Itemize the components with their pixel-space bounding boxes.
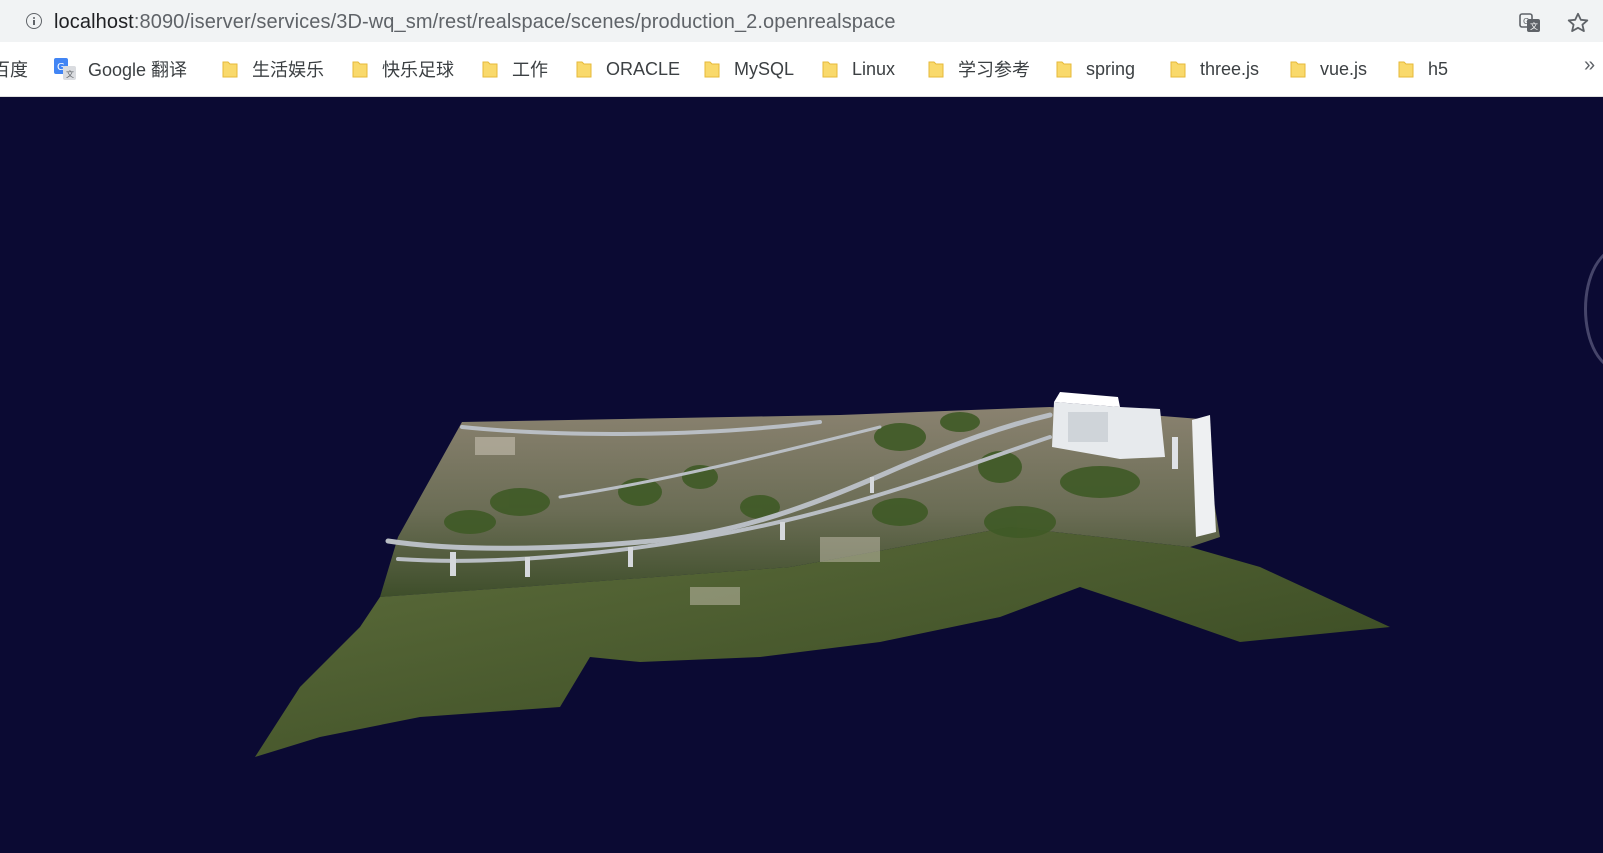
bookmark-folder-vuejs[interactable]: vue.js xyxy=(1290,56,1367,82)
bookmark-label: three.js xyxy=(1200,58,1260,79)
bookmarks-overflow-icon[interactable]: » xyxy=(1584,54,1595,77)
bookmark-folder-spring[interactable]: spring xyxy=(1056,56,1135,82)
bookmark-folder-linux[interactable]: Linux xyxy=(822,56,895,82)
bookmark-label: vue.js xyxy=(1320,58,1368,79)
bookmark-label: h5 xyxy=(1428,58,1449,79)
bookmark-label: ORACLE xyxy=(606,58,681,79)
bookmark-folder-life[interactable]: 生活娱乐 xyxy=(222,56,324,82)
terrain-model xyxy=(255,392,1390,757)
bookmark-folder-oracle[interactable]: ORACLE xyxy=(576,56,680,82)
bookmark-star-icon[interactable] xyxy=(1566,11,1590,35)
bookmark-label: 学习参考 xyxy=(958,60,1030,80)
folder-icon xyxy=(928,61,944,78)
bookmark-label: 生活娱乐 xyxy=(252,60,324,80)
bookmark-label: 百度 xyxy=(0,60,28,80)
url-host: localhost xyxy=(54,11,134,33)
url-text[interactable]: localhost:8090/iserver/services/3D-wq_sm… xyxy=(54,11,896,34)
bookmark-folder-study[interactable]: 学习参考 xyxy=(928,56,1030,82)
address-bar[interactable]: localhost:8090/iserver/services/3D-wq_sm… xyxy=(6,3,1600,39)
folder-icon xyxy=(1398,61,1414,78)
bookmark-folder-h5[interactable]: h5 xyxy=(1398,56,1448,82)
3d-scene-viewport[interactable] xyxy=(0,97,1603,853)
site-info-icon[interactable] xyxy=(26,13,42,29)
folder-icon xyxy=(1290,61,1306,78)
svg-text:文: 文 xyxy=(1530,21,1538,31)
folder-icon xyxy=(482,61,498,78)
folder-icon xyxy=(822,61,838,78)
svg-text:G: G xyxy=(1523,17,1529,26)
bookmark-folder-threejs[interactable]: three.js xyxy=(1170,56,1259,82)
folder-icon xyxy=(576,61,592,78)
folder-icon xyxy=(1170,61,1186,78)
bookmark-folder-mysql[interactable]: MySQL xyxy=(704,56,794,82)
bookmark-label: Google 翻译 xyxy=(88,60,188,80)
bookmark-google-translate[interactable]: G 文 Google 翻译 xyxy=(54,56,187,82)
svg-text:文: 文 xyxy=(66,69,74,79)
bookmark-folder-football[interactable]: 快乐足球 xyxy=(352,56,454,82)
browser-toolbar: localhost:8090/iserver/services/3D-wq_sm… xyxy=(0,0,1603,42)
folder-icon xyxy=(704,61,720,78)
translate-icon[interactable]: G 文 xyxy=(1519,13,1541,33)
bookmark-baidu[interactable]: 百度 xyxy=(0,56,28,82)
bookmark-label: spring xyxy=(1086,58,1136,79)
folder-icon xyxy=(222,61,238,78)
folder-icon xyxy=(352,61,368,78)
bookmark-label: MySQL xyxy=(734,58,795,79)
bookmark-label: 快乐足球 xyxy=(382,60,454,80)
google-translate-icon: G 文 xyxy=(54,58,76,80)
url-path: :8090/iserver/services/3D-wq_sm/rest/rea… xyxy=(133,11,896,33)
folder-icon xyxy=(1056,61,1072,78)
bookmark-folder-work[interactable]: 工作 xyxy=(482,56,548,82)
bookmarks-bar: 百度 G 文 Google 翻译 生活娱乐 快乐足球 工作 ORACLE MyS… xyxy=(0,42,1603,97)
bookmark-label: Linux xyxy=(852,58,896,79)
bookmark-label: 工作 xyxy=(512,60,548,80)
